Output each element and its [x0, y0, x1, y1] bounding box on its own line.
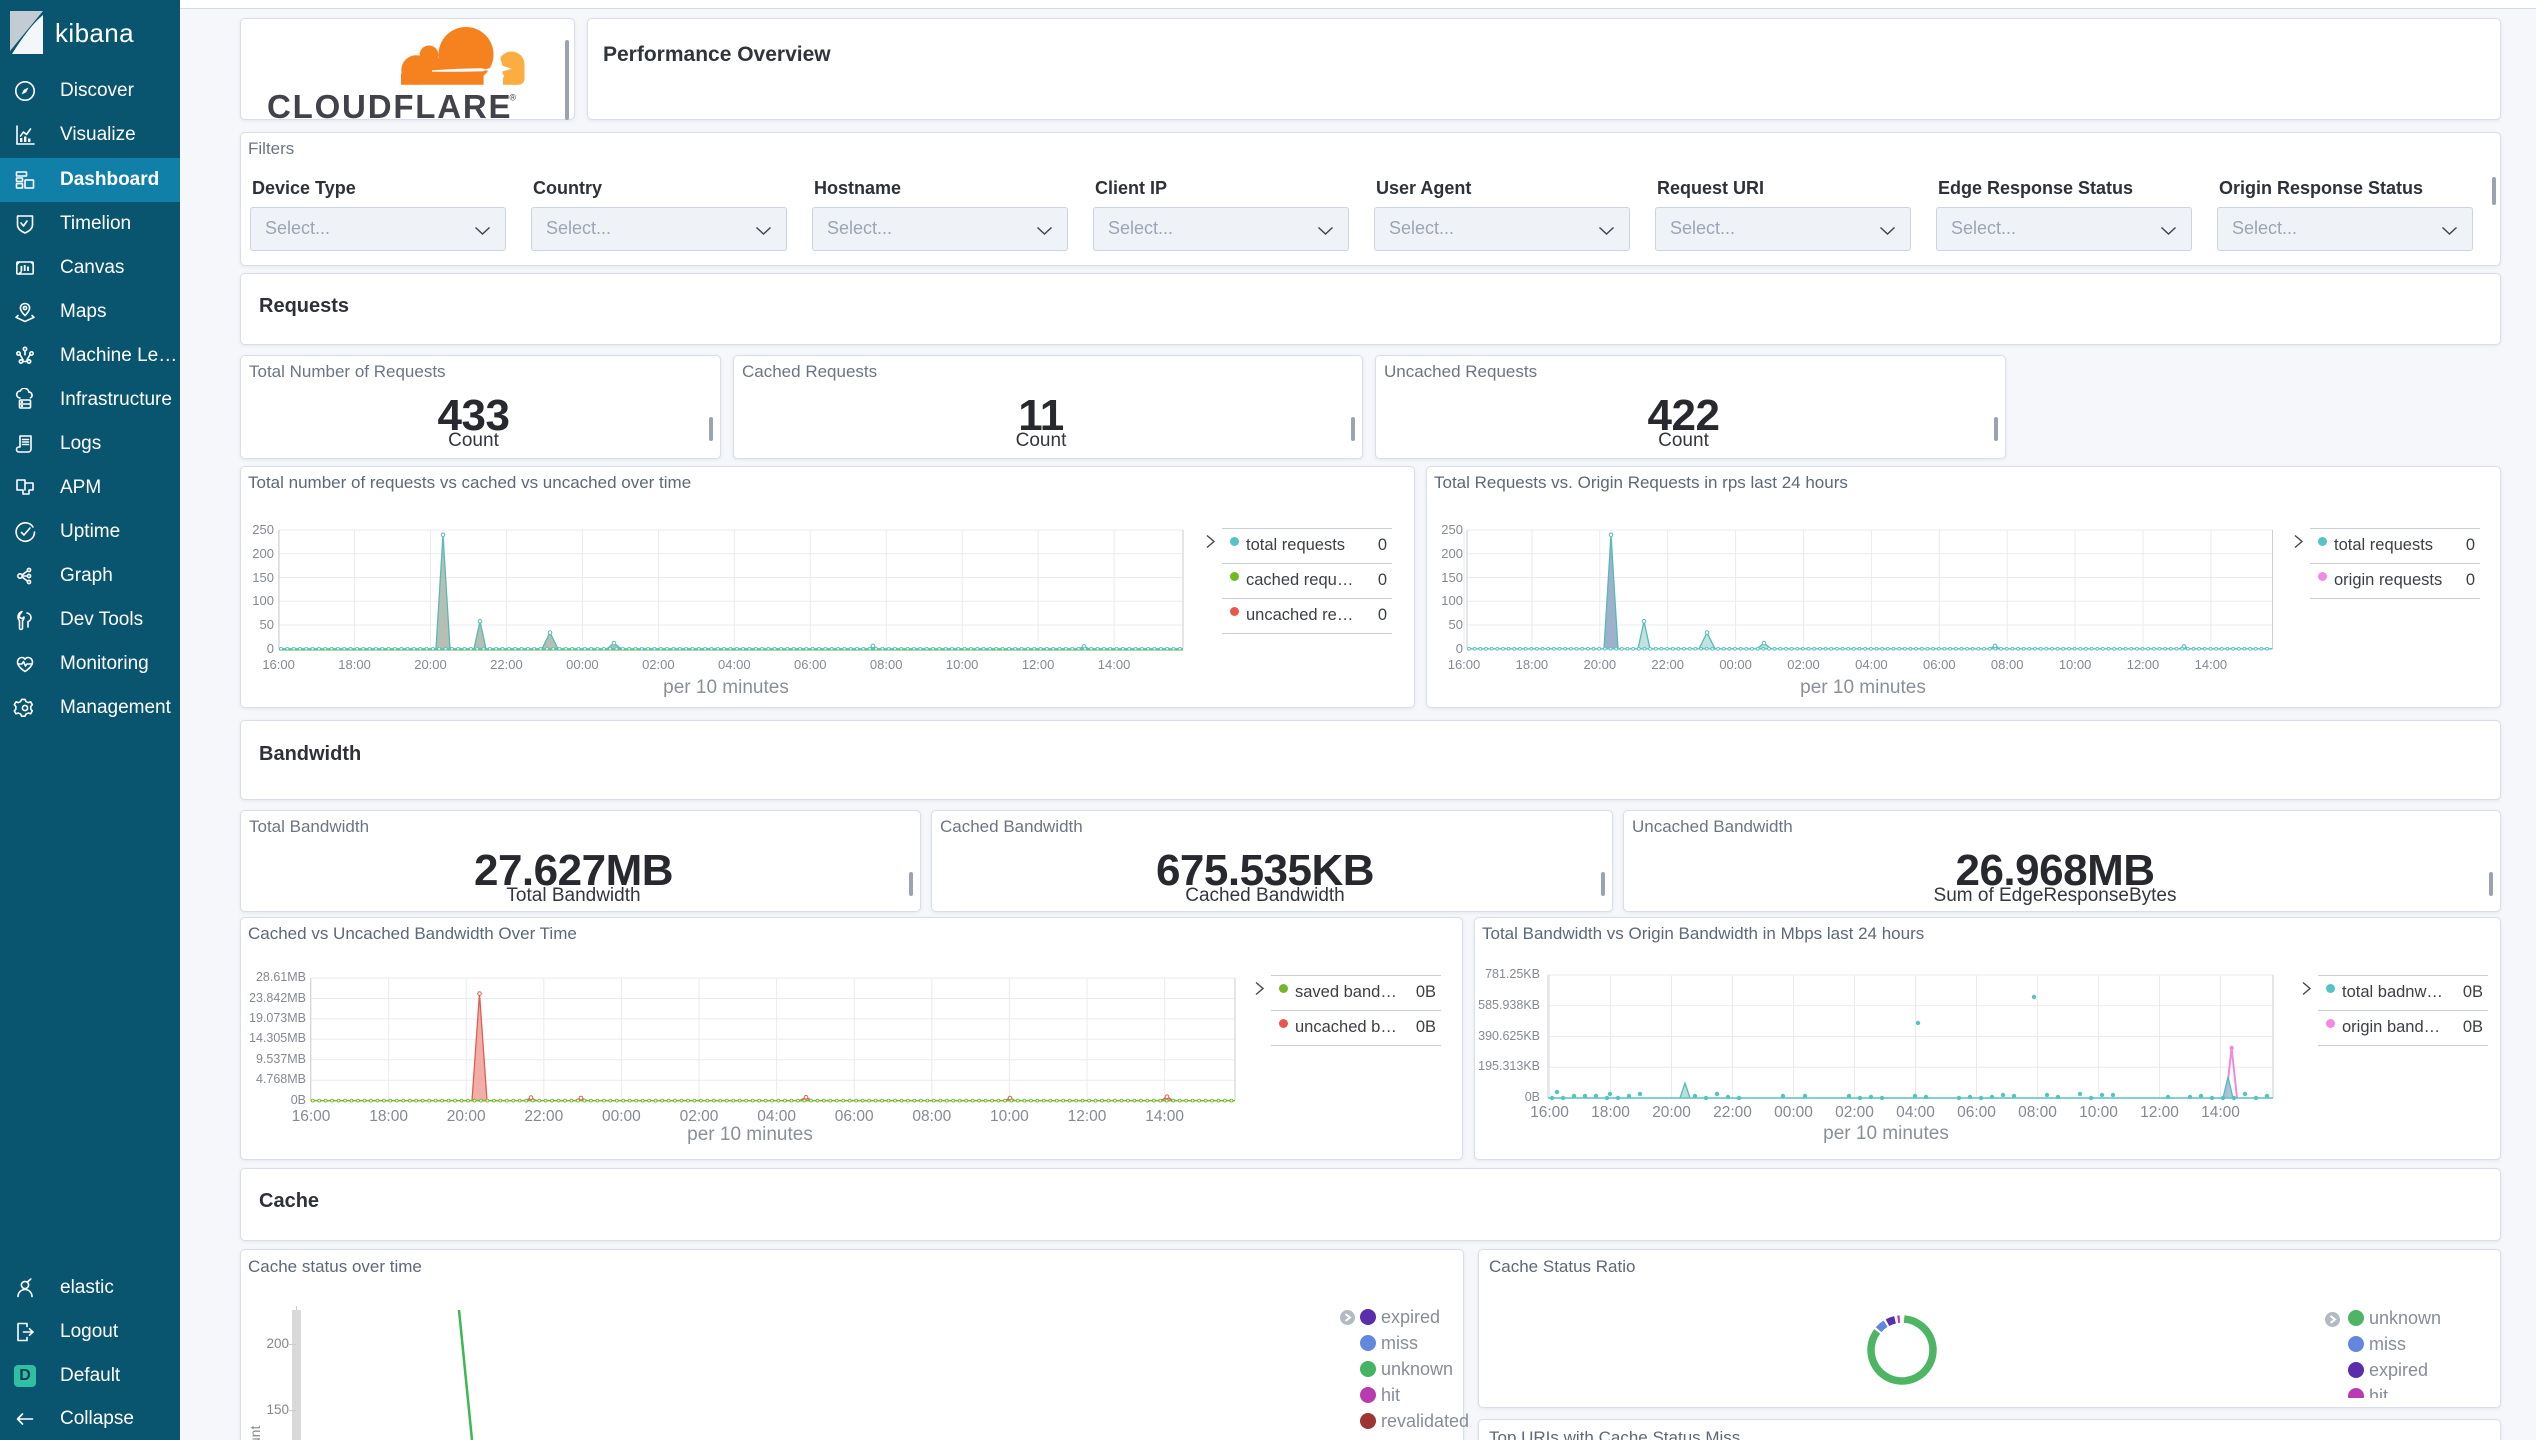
svg-text:®: ®: [510, 93, 517, 103]
svg-text:CLOUDFLARE: CLOUDFLARE: [267, 88, 512, 120]
